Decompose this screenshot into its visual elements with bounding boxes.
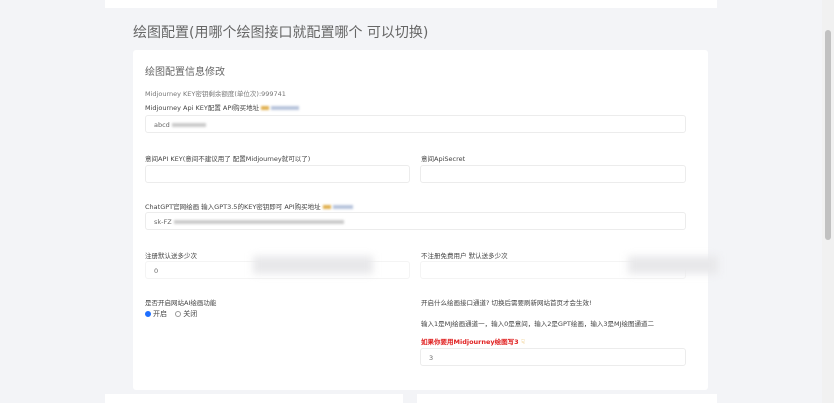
gpt-key-label: ChatGPT官网绘画 输入GPT3.5的KEY密钥即可 API购买地址 — [145, 201, 353, 211]
link-icon — [322, 205, 331, 209]
mj-key-value: abcd — [154, 121, 170, 129]
radio-on[interactable]: 开启 — [145, 310, 167, 318]
mj-key-input[interactable]: abcd — [145, 115, 686, 133]
scrollbar[interactable] — [822, 0, 834, 403]
remaining-quota: Midjourney KEY密钥剩余额度(单位次):999741 — [145, 90, 286, 98]
channel-input[interactable]: 3 — [420, 348, 686, 366]
mp-secret-label: 意间ApiSecret — [421, 155, 466, 163]
gpt-key-label-text: ChatGPT官网绘画 输入GPT3.5的KEY密钥即可 API购买地址 — [145, 203, 321, 211]
radio-off-label: 关闭 — [183, 310, 198, 318]
card-title: 绘图配置信息修改 — [145, 67, 225, 78]
mj-key-label: Midjourney Api KEY配置 API购买地址 — [145, 102, 300, 112]
mp-key-label: 意间API KEY(意间不建议用了 配置Midjourney就可以了) — [145, 155, 311, 163]
purchase-link[interactable] — [332, 205, 353, 209]
channel-help: 输入1是MJ绘画通道一，输入0是意间，输入2是GPT绘画，输入3是MJ绘图通道二 — [421, 320, 655, 328]
radio-unselected-icon — [175, 311, 182, 317]
channel-hint: 如果你要用Midjourney绘图写3 ☟ — [421, 336, 525, 346]
channel-label: 开启什么绘画接口通道? 切换后需要刷新网站首页才会生效! — [421, 299, 592, 307]
next-card — [105, 394, 403, 403]
top-bar — [105, 0, 717, 8]
mj-key-label-text: Midjourney Api KEY配置 API购买地址 — [145, 104, 260, 112]
gpt-key-input[interactable]: sk-FZ — [145, 212, 686, 230]
enable-label: 是否开启网站AI绘画功能 — [145, 299, 217, 307]
next-card — [417, 394, 717, 403]
masked-key — [171, 123, 206, 127]
blurred-region — [628, 256, 718, 274]
enable-radio-group: 开启 关闭 — [145, 309, 197, 319]
link-icon — [261, 106, 270, 110]
page-title: 绘图配置(用哪个绘图接口就配置哪个 可以切换) — [133, 25, 429, 41]
mp-secret-input[interactable] — [420, 165, 686, 183]
scrollbar-thumb[interactable] — [825, 30, 831, 240]
purchase-link[interactable] — [271, 106, 300, 110]
mp-key-input[interactable] — [145, 165, 410, 183]
gpt-key-value: sk-FZ — [154, 218, 172, 226]
radio-on-label: 开启 — [153, 310, 167, 318]
page: 绘图配置(用哪个绘图接口就配置哪个 可以切换) 绘图配置信息修改 Midjour… — [0, 0, 822, 403]
draw-config-card: 绘图配置信息修改 Midjourney KEY密钥剩余额度(单位次):99974… — [133, 50, 718, 390]
masked-key — [173, 220, 344, 224]
radio-selected-icon — [145, 311, 151, 317]
register-count-label: 注册默认送多少次 — [145, 252, 197, 260]
radio-off[interactable]: 关闭 — [175, 310, 197, 318]
pointing-hand-icon: ☟ — [520, 338, 525, 346]
blurred-region — [253, 256, 373, 274]
unregistered-count-label: 不注册免费用户 默认送多少次 — [421, 252, 508, 260]
channel-hint-text: 如果你要用Midjourney绘图写3 — [421, 338, 519, 346]
